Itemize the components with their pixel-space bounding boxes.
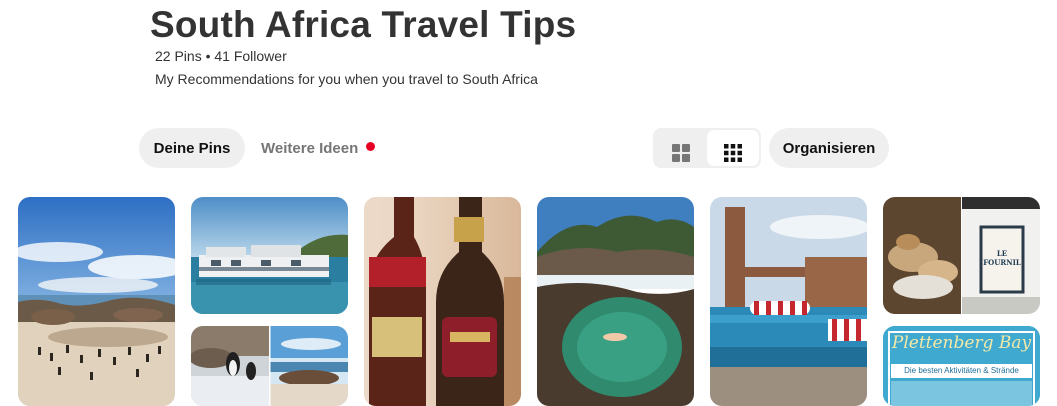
pin-houseboats[interactable]: [191, 197, 348, 314]
default-grid-icon: [672, 143, 690, 162]
pin-wine-bottles[interactable]: [364, 197, 521, 406]
poster-title: Plettenberg Bay: [891, 333, 1032, 353]
pin-plettenberg-bay[interactable]: Plettenberg Bay Die besten Aktivitäten &…: [883, 326, 1040, 406]
compact-grid-button[interactable]: [707, 130, 759, 166]
default-grid-button[interactable]: [655, 130, 707, 166]
board-title: South Africa Travel Tips: [150, 4, 577, 45]
collage-photo: [191, 326, 348, 406]
pool-photo: [710, 197, 867, 406]
bakery-sign-text: LE FOURNIL: [983, 249, 1021, 267]
wine-photo: [364, 197, 521, 406]
boat-photo: [191, 197, 348, 314]
board-description: My Recommendations for you when you trav…: [155, 71, 538, 87]
pin-infinity-pool[interactable]: [710, 197, 867, 406]
poster-subtitle: Die besten Aktivitäten & Strände: [904, 366, 1019, 375]
tab-more-ideas-label: Weitere Ideen: [261, 139, 359, 157]
compact-grid-icon: [724, 143, 742, 162]
pin-beach-penguins[interactable]: [18, 197, 175, 406]
tab-your-pins[interactable]: Deine Pins: [139, 128, 245, 168]
pool-photo: [537, 197, 694, 406]
beach-photo: [18, 197, 175, 406]
pin-tidal-pool[interactable]: [537, 197, 694, 406]
board-stats[interactable]: 22 Pins • 41 Follower: [155, 48, 287, 64]
tab-more-ideas[interactable]: Weitere Ideen: [251, 128, 385, 168]
pin-bakery-cafe[interactable]: LE FOURNIL: [883, 197, 1040, 314]
pin-penguins-beach-collage[interactable]: [191, 326, 348, 406]
view-toggle: [653, 128, 761, 168]
organize-button[interactable]: Organisieren: [769, 128, 889, 168]
notification-dot: [366, 141, 376, 151]
